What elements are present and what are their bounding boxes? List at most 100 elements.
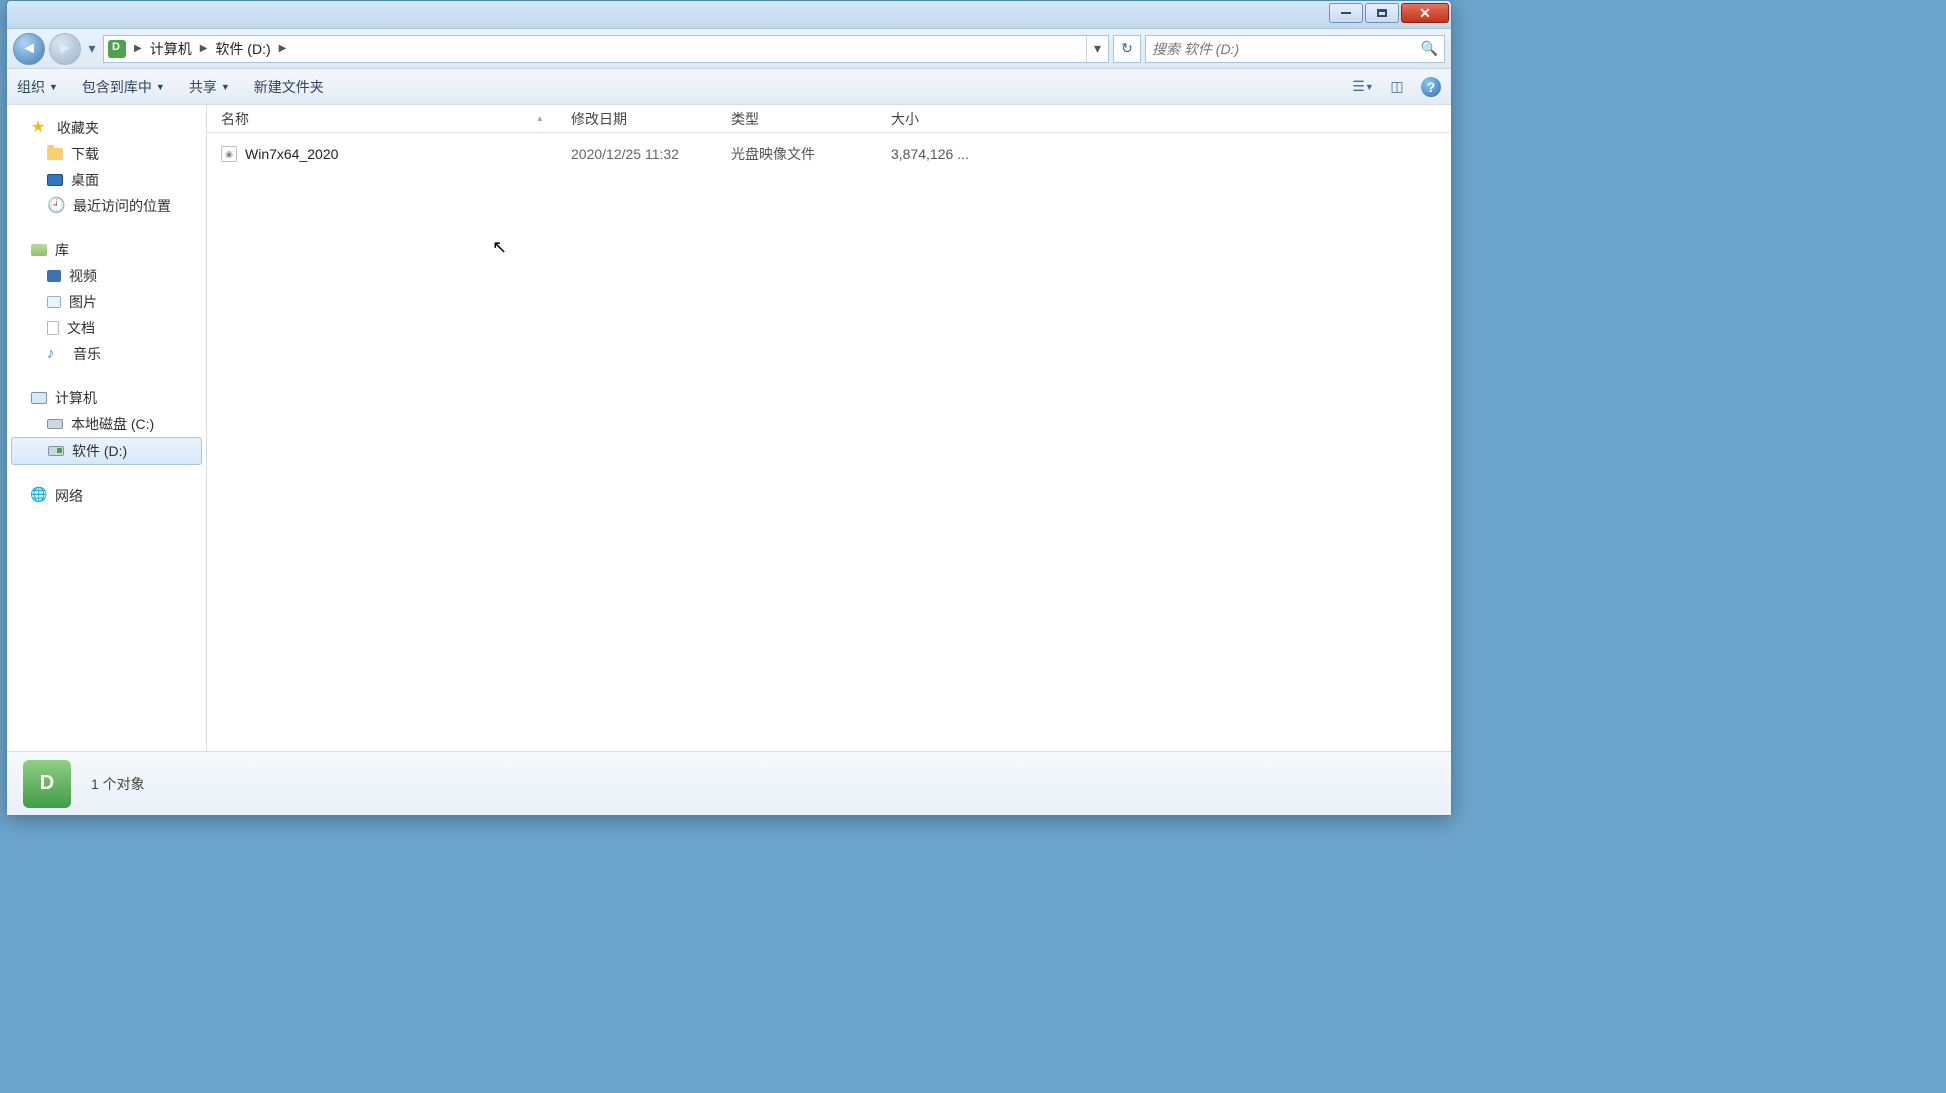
column-header-size[interactable]: 大小: [877, 105, 997, 132]
view-mode-button[interactable]: ☰ ▼: [1353, 78, 1373, 96]
history-dropdown[interactable]: ▾: [85, 42, 99, 56]
share-menu[interactable]: 共享 ▼: [189, 77, 230, 97]
close-icon: ✕: [1419, 5, 1431, 22]
breadcrumb-dropdown[interactable]: ▾: [1086, 36, 1108, 62]
newfolder-button[interactable]: 新建文件夹: [254, 77, 324, 97]
nav-bar: ◄ ► ▾ ▶ 计算机 ▶ 软件 (D:) ▶ ▾ ↻ 🔍: [7, 29, 1451, 69]
include-label: 包含到库中: [82, 77, 152, 97]
column-headers: 名称▴ 修改日期 类型 大小: [207, 105, 1451, 133]
refresh-button[interactable]: ↻: [1113, 35, 1141, 63]
library-icon: [31, 244, 47, 256]
sidebar-item-desktop[interactable]: 桌面: [7, 167, 206, 193]
drive-icon: [48, 446, 64, 456]
search-icon: 🔍: [1421, 40, 1438, 57]
search-input[interactable]: [1152, 41, 1421, 57]
libraries-label: 库: [55, 240, 69, 260]
sidebar-item-drive-c[interactable]: 本地磁盘 (C:): [7, 411, 206, 437]
minimize-button[interactable]: [1329, 3, 1363, 23]
drive-large-icon: D: [23, 760, 71, 808]
sidebar-group-libraries: 库 视频 图片 文档 ♪ 音乐: [7, 237, 206, 367]
chevron-down-icon: ▼: [221, 82, 230, 92]
breadcrumb-root[interactable]: 计算机: [150, 39, 192, 59]
chevron-down-icon: ▼: [49, 82, 58, 92]
sidebar-item-pictures[interactable]: 图片: [7, 289, 206, 315]
sidebar-item-label: 文档: [67, 318, 95, 338]
organize-menu[interactable]: 组织 ▼: [17, 77, 58, 97]
sidebar-head-computer[interactable]: 计算机: [7, 385, 206, 411]
column-header-name[interactable]: 名称▴: [207, 105, 557, 132]
sidebar-item-label: 桌面: [71, 170, 99, 190]
sidebar-item-documents[interactable]: 文档: [7, 315, 206, 341]
column-header-type[interactable]: 类型: [717, 105, 877, 132]
star-icon: ★: [31, 120, 49, 136]
favorites-label: 收藏夹: [57, 118, 99, 138]
include-menu[interactable]: 包含到库中 ▼: [82, 77, 165, 97]
iso-file-icon: ◉: [221, 146, 237, 162]
music-icon: ♪: [47, 346, 65, 362]
forward-button[interactable]: ►: [49, 33, 81, 65]
breadcrumb[interactable]: ▶ 计算机 ▶ 软件 (D:) ▶ ▾: [103, 35, 1109, 63]
title-bar: ✕: [7, 1, 1451, 29]
body: ★ 收藏夹 下载 桌面 🕘最近访问的位置 库 视频 图片 文档 ♪ 音乐 计算机 本…: [7, 105, 1451, 751]
col-name-label: 名称: [221, 109, 249, 129]
sidebar-item-label: 本地磁盘 (C:): [71, 414, 154, 434]
sidebar-item-label: 音乐: [73, 344, 101, 364]
sidebar-head-libraries[interactable]: 库: [7, 237, 206, 263]
drive-icon: [47, 419, 63, 429]
preview-pane-button[interactable]: ◫: [1387, 78, 1407, 96]
folder-icon: [47, 148, 63, 160]
video-icon: [47, 270, 61, 282]
status-bar: D 1 个对象: [7, 751, 1451, 815]
sidebar-item-label: 最近访问的位置: [73, 196, 171, 216]
breadcrumb-current[interactable]: 软件 (D:): [215, 39, 270, 59]
share-label: 共享: [189, 77, 217, 97]
minimize-icon: [1341, 12, 1351, 14]
computer-icon: [31, 392, 47, 404]
file-size: 3,874,126 ...: [877, 146, 997, 162]
sidebar-group-computer: 计算机 本地磁盘 (C:) 软件 (D:): [7, 385, 206, 465]
chevron-right-icon: ▶: [196, 43, 212, 54]
maximize-button[interactable]: [1365, 3, 1399, 23]
maximize-icon: [1377, 9, 1387, 17]
explorer-window: ✕ ◄ ► ▾ ▶ 计算机 ▶ 软件 (D:) ▶ ▾ ↻ 🔍 组织 ▼ 包含到库…: [6, 0, 1452, 816]
search-box[interactable]: 🔍: [1145, 35, 1445, 63]
sidebar-item-label: 图片: [69, 292, 97, 312]
sidebar-item-drive-d[interactable]: 软件 (D:): [11, 437, 202, 465]
sidebar-head-network[interactable]: 网络: [7, 483, 206, 509]
back-button[interactable]: ◄: [13, 33, 45, 65]
chevron-right-icon: ▶: [130, 43, 146, 54]
col-type-label: 类型: [731, 109, 759, 129]
sidebar-item-videos[interactable]: 视频: [7, 263, 206, 289]
sidebar-item-label: 下载: [71, 144, 99, 164]
sidebar-group-network: 网络: [7, 483, 206, 509]
sidebar-item-recent[interactable]: 🕘最近访问的位置: [7, 193, 206, 219]
organize-label: 组织: [17, 77, 45, 97]
sidebar-item-music[interactable]: ♪ 音乐: [7, 341, 206, 367]
picture-icon: [47, 296, 61, 308]
col-size-label: 大小: [891, 109, 919, 129]
sidebar-head-favorites[interactable]: ★ 收藏夹: [7, 115, 206, 141]
help-icon: ?: [1427, 79, 1436, 95]
chevron-right-icon: ▶: [275, 43, 291, 54]
status-text: 1 个对象: [91, 774, 145, 794]
computer-label: 计算机: [55, 388, 97, 408]
help-button[interactable]: ?: [1421, 77, 1441, 97]
network-icon: [31, 489, 47, 503]
sidebar-item-downloads[interactable]: 下载: [7, 141, 206, 167]
toolbar: 组织 ▼ 包含到库中 ▼ 共享 ▼ 新建文件夹 ☰ ▼ ◫ ?: [7, 69, 1451, 105]
chevron-down-icon: ▼: [156, 82, 165, 92]
file-type: 光盘映像文件: [717, 144, 877, 164]
file-list[interactable]: ◉ Win7x64_2020 2020/12/25 11:32 光盘映像文件 3,…: [207, 133, 1451, 751]
col-date-label: 修改日期: [571, 109, 627, 129]
file-date: 2020/12/25 11:32: [557, 146, 717, 162]
close-button[interactable]: ✕: [1401, 3, 1449, 23]
drive-icon: [108, 40, 126, 58]
newfolder-label: 新建文件夹: [254, 77, 324, 97]
sidebar-item-label: 软件 (D:): [72, 441, 127, 461]
file-name: Win7x64_2020: [245, 146, 338, 162]
column-header-date[interactable]: 修改日期: [557, 105, 717, 132]
sidebar: ★ 收藏夹 下载 桌面 🕘最近访问的位置 库 视频 图片 文档 ♪ 音乐 计算机 本…: [7, 105, 207, 751]
document-icon: [47, 321, 59, 335]
sidebar-item-label: 视频: [69, 266, 97, 286]
file-row[interactable]: ◉ Win7x64_2020 2020/12/25 11:32 光盘映像文件 3,…: [207, 139, 1451, 169]
